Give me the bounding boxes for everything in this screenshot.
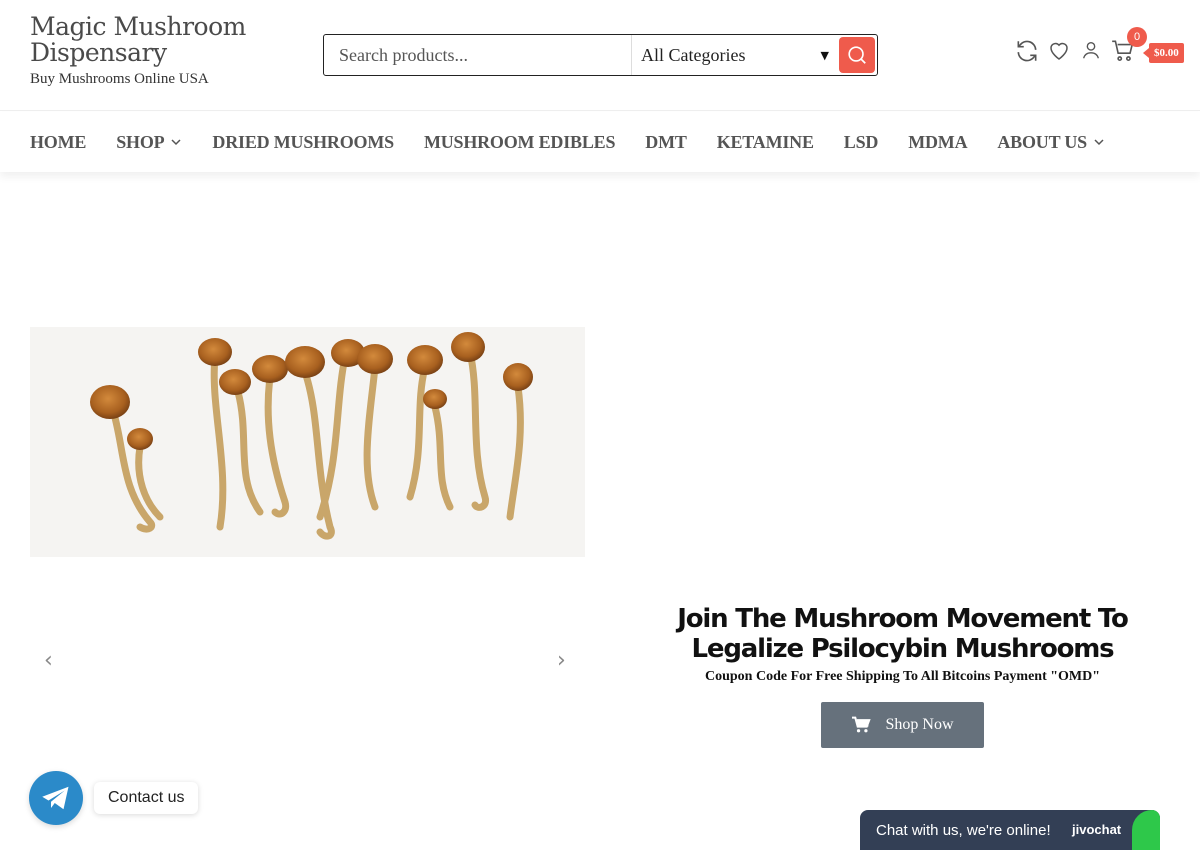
heart-icon[interactable] (1047, 38, 1071, 66)
category-select-value: All Categories (641, 44, 746, 65)
site-tagline: Buy Mushrooms Online USA (30, 71, 209, 87)
cart-total[interactable]: $0.00 (1143, 43, 1184, 63)
nav-label: ABOUT US (997, 131, 1087, 152)
promo-headline: Join The Mushroom Movement To Legalize P… (677, 604, 1129, 664)
nav-label: DMT (645, 131, 687, 152)
nav-dmt[interactable]: DMT (645, 131, 687, 153)
telegram-icon (42, 786, 69, 810)
search-button[interactable] (839, 37, 875, 73)
category-select[interactable]: All Categories ▼ (631, 35, 837, 75)
nav-label: MDMA (908, 131, 968, 152)
nav-label: DRIED MUSHROOMS (212, 131, 394, 152)
jivochat-logo: jivochat (1072, 822, 1122, 837)
promo-subtitle: Coupon Code For Free Shipping To All Bit… (704, 669, 1101, 684)
telegram-contact-button[interactable] (29, 771, 83, 825)
main-navigation: HOME SHOP DRIED MUSHROOMS MUSHROOM EDIBL… (0, 112, 1200, 172)
cart-count-badge: 0 (1127, 27, 1147, 47)
nav-home[interactable]: HOME (30, 132, 86, 153)
nav-label: MUSHROOM EDIBLES (423, 131, 616, 152)
shop-now-button[interactable]: Shop Now (821, 702, 984, 748)
user-icon[interactable] (1080, 38, 1102, 66)
mushroom-illustration (90, 332, 533, 540)
brand[interactable]: Magic Mushroom Dispensary Buy Mushrooms … (30, 14, 290, 88)
chat-indicator (1132, 810, 1160, 850)
nav-dried-mushrooms[interactable]: DRIED MUSHROOMS (212, 132, 394, 153)
nav-label: SHOP (116, 131, 165, 152)
search-input[interactable] (324, 35, 631, 75)
shop-now-label: Shop Now (885, 716, 954, 733)
nav-label: LSD (843, 131, 879, 152)
site-title[interactable]: Magic Mushroom Dispensary (30, 14, 290, 66)
search-form: All Categories ▼ (323, 34, 878, 76)
nav-label: KETAMINE (716, 131, 814, 152)
nav-shop[interactable]: SHOP (116, 132, 182, 153)
chevron-down-icon: ▼ (820, 48, 829, 62)
chat-status-text: Chat with us, we're online! (876, 821, 1051, 839)
live-chat-bar[interactable]: Chat with us, we're online! jivochat (860, 810, 1160, 850)
slider-next-arrow[interactable]: › (557, 648, 566, 673)
hero-mushroom-image (30, 327, 585, 557)
nav-label: HOME (30, 131, 87, 152)
nav-mushroom-edibles[interactable]: MUSHROOM EDIBLES (423, 131, 616, 153)
chevron-down-icon (1094, 139, 1104, 146)
cart-icon (852, 716, 872, 733)
search-icon (848, 46, 866, 64)
refresh-icon[interactable] (1014, 38, 1040, 68)
contact-us-label[interactable]: Contact us (94, 782, 199, 814)
slider-prev-arrow[interactable]: ‹ (44, 648, 53, 673)
site-header: Magic Mushroom Dispensary Buy Mushrooms … (0, 0, 1200, 111)
chevron-down-icon (171, 139, 181, 146)
nav-mdma[interactable]: MDMA (908, 132, 967, 153)
nav-lsd[interactable]: LSD (843, 131, 879, 153)
nav-ketamine[interactable]: KETAMINE (717, 132, 814, 153)
nav-about-us[interactable]: ABOUT US (997, 132, 1105, 153)
